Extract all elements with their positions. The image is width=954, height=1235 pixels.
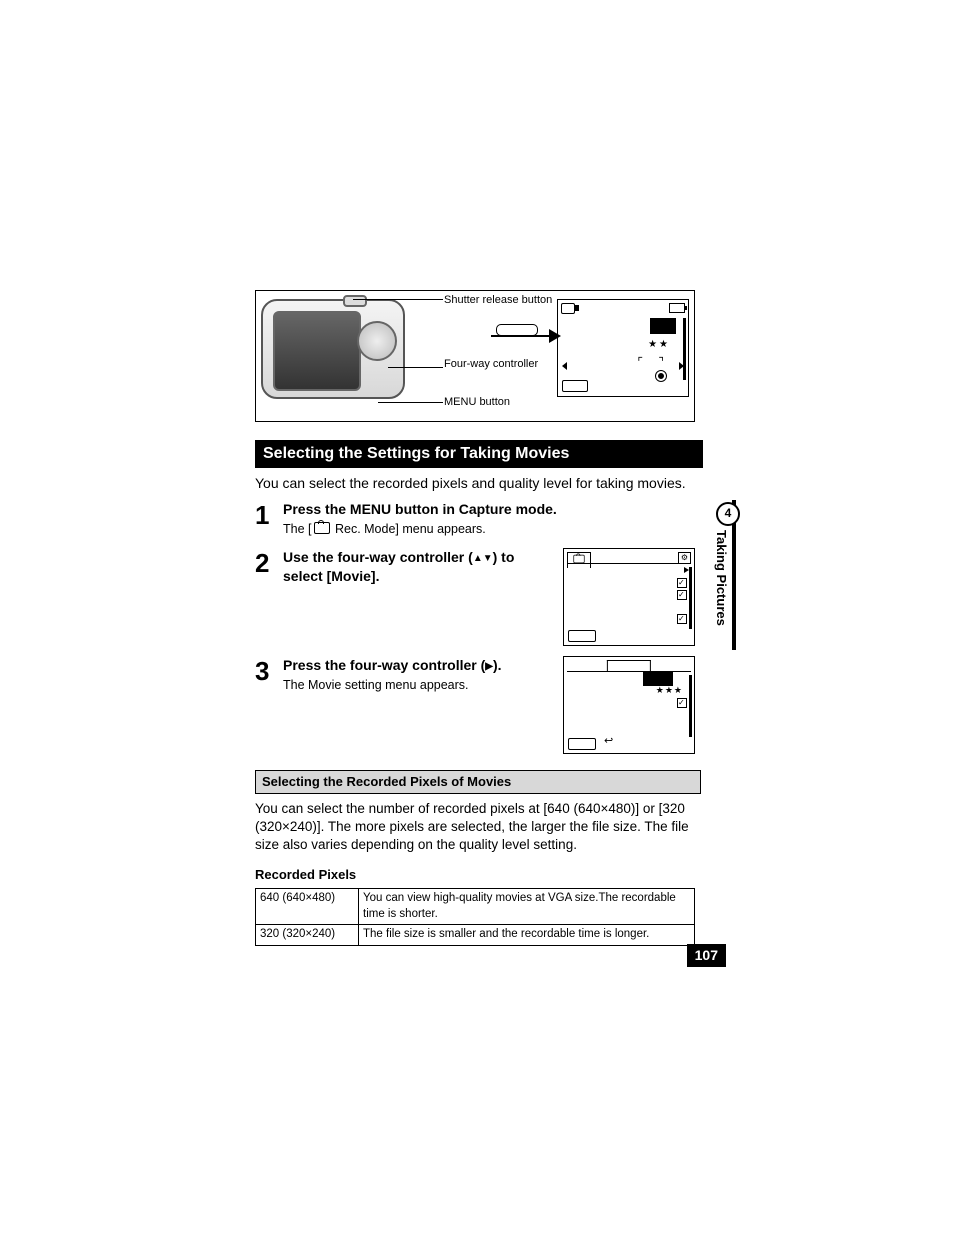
section-intro: You can select the recorded pixels and q… xyxy=(255,474,695,493)
checkbox-icon xyxy=(677,614,687,624)
right-arrow-icon xyxy=(679,362,684,370)
dial-shape xyxy=(357,321,397,361)
screen-rec-mode: ⚙ xyxy=(563,548,695,646)
camera-diagram: Shutter release button Four-way controll… xyxy=(255,290,695,422)
step-3: 3 Press the four-way controller (▶). The… xyxy=(255,656,555,694)
text-part: The [ xyxy=(283,522,312,536)
step-1: 1 Press the MENU button in Capture mode.… xyxy=(255,500,695,538)
pixels-heading: Recorded Pixels xyxy=(255,866,695,884)
checkbox-icon xyxy=(677,590,687,600)
checkbox-icon xyxy=(677,578,687,588)
content-column: Shutter release button Four-way controll… xyxy=(255,290,695,946)
title-part: ). xyxy=(493,657,502,673)
callout-shutter: Shutter release button xyxy=(444,293,534,308)
page: Shutter release button Four-way controll… xyxy=(0,0,954,1235)
callout-menu: MENU button xyxy=(444,395,510,410)
transition-arrow-icon xyxy=(491,335,551,337)
page-number: 107 xyxy=(687,944,726,967)
pixels-desc: The file size is smaller and the recorda… xyxy=(359,925,695,946)
pixels-key: 640 (640×480) xyxy=(256,889,359,925)
step-number: 2 xyxy=(255,548,283,586)
subsection-intro: You can select the number of recorded pi… xyxy=(255,800,695,855)
step-number: 3 xyxy=(255,656,283,694)
chapter-label: Taking Pictures xyxy=(712,530,730,626)
scroll-indicator xyxy=(689,567,692,629)
scroll-indicator xyxy=(689,675,692,737)
text-part: Rec. Mode] menu appears. xyxy=(332,522,486,536)
recorded-pixels-table: 640 (640×480) You can view high-quality … xyxy=(255,888,695,946)
quality-stars: ★★ xyxy=(648,338,670,352)
step-1-text: The [ Rec. Mode] menu appears. xyxy=(283,521,695,538)
return-icon: ↩ xyxy=(604,734,613,749)
step-3-text: The Movie setting menu appears. xyxy=(283,677,555,694)
callout-fourway: Four-way controller xyxy=(444,357,534,372)
shutter-button-shape xyxy=(343,295,367,307)
pixels-desc: You can view high-quality movies at VGA … xyxy=(359,889,695,925)
step-number: 1 xyxy=(255,500,283,538)
target-icon xyxy=(655,370,667,382)
focus-brackets-icon: ⌜ ⌝ xyxy=(637,354,670,370)
checkbox-icon xyxy=(677,698,687,708)
rec-mode-icon xyxy=(314,522,330,534)
selection-block xyxy=(650,318,676,334)
step-2: 2 Use the four-way controller (▲▼) to se… xyxy=(255,548,555,586)
step-1-title: Press the MENU button in Capture mode. xyxy=(283,500,695,519)
menu-button-icon xyxy=(562,380,588,392)
section-heading: Selecting the Settings for Taking Movies xyxy=(255,440,703,468)
menu-button-icon xyxy=(568,630,596,642)
menu-button-icon xyxy=(568,738,596,750)
chapter-number: 4 xyxy=(716,502,740,526)
scroll-indicator xyxy=(683,318,686,380)
lcd-preview: ★★ ⌜ ⌝ xyxy=(557,299,689,397)
camera-mode-icon xyxy=(561,303,575,314)
step-3-row: 3 Press the four-way controller (▶). The… xyxy=(255,656,695,754)
chapter-side-tab: 4 Taking Pictures xyxy=(716,500,736,650)
quality-stars: ★★★ xyxy=(656,684,683,696)
step-2-row: 2 Use the four-way controller (▲▼) to se… xyxy=(255,548,695,646)
up-down-arrows-icon: ▲▼ xyxy=(473,553,493,564)
title-part: Use the four-way controller ( xyxy=(283,549,473,565)
screen-movie-settings: ★★★ ↩ xyxy=(563,656,695,754)
right-arrow-icon: ▶ xyxy=(485,661,493,672)
step-2-title: Use the four-way controller (▲▼) to sele… xyxy=(283,548,555,586)
step-3-title: Press the four-way controller (▶). xyxy=(283,656,555,675)
table-row: 640 (640×480) You can view high-quality … xyxy=(256,889,695,925)
title-part: Press the four-way controller ( xyxy=(283,657,485,673)
battery-icon xyxy=(669,303,685,313)
left-arrow-icon xyxy=(562,362,567,370)
table-row: 320 (320×240) The file size is smaller a… xyxy=(256,925,695,946)
subsection-heading: Selecting the Recorded Pixels of Movies xyxy=(255,770,701,794)
camera-illustration xyxy=(261,299,405,399)
pixels-key: 320 (320×240) xyxy=(256,925,359,946)
